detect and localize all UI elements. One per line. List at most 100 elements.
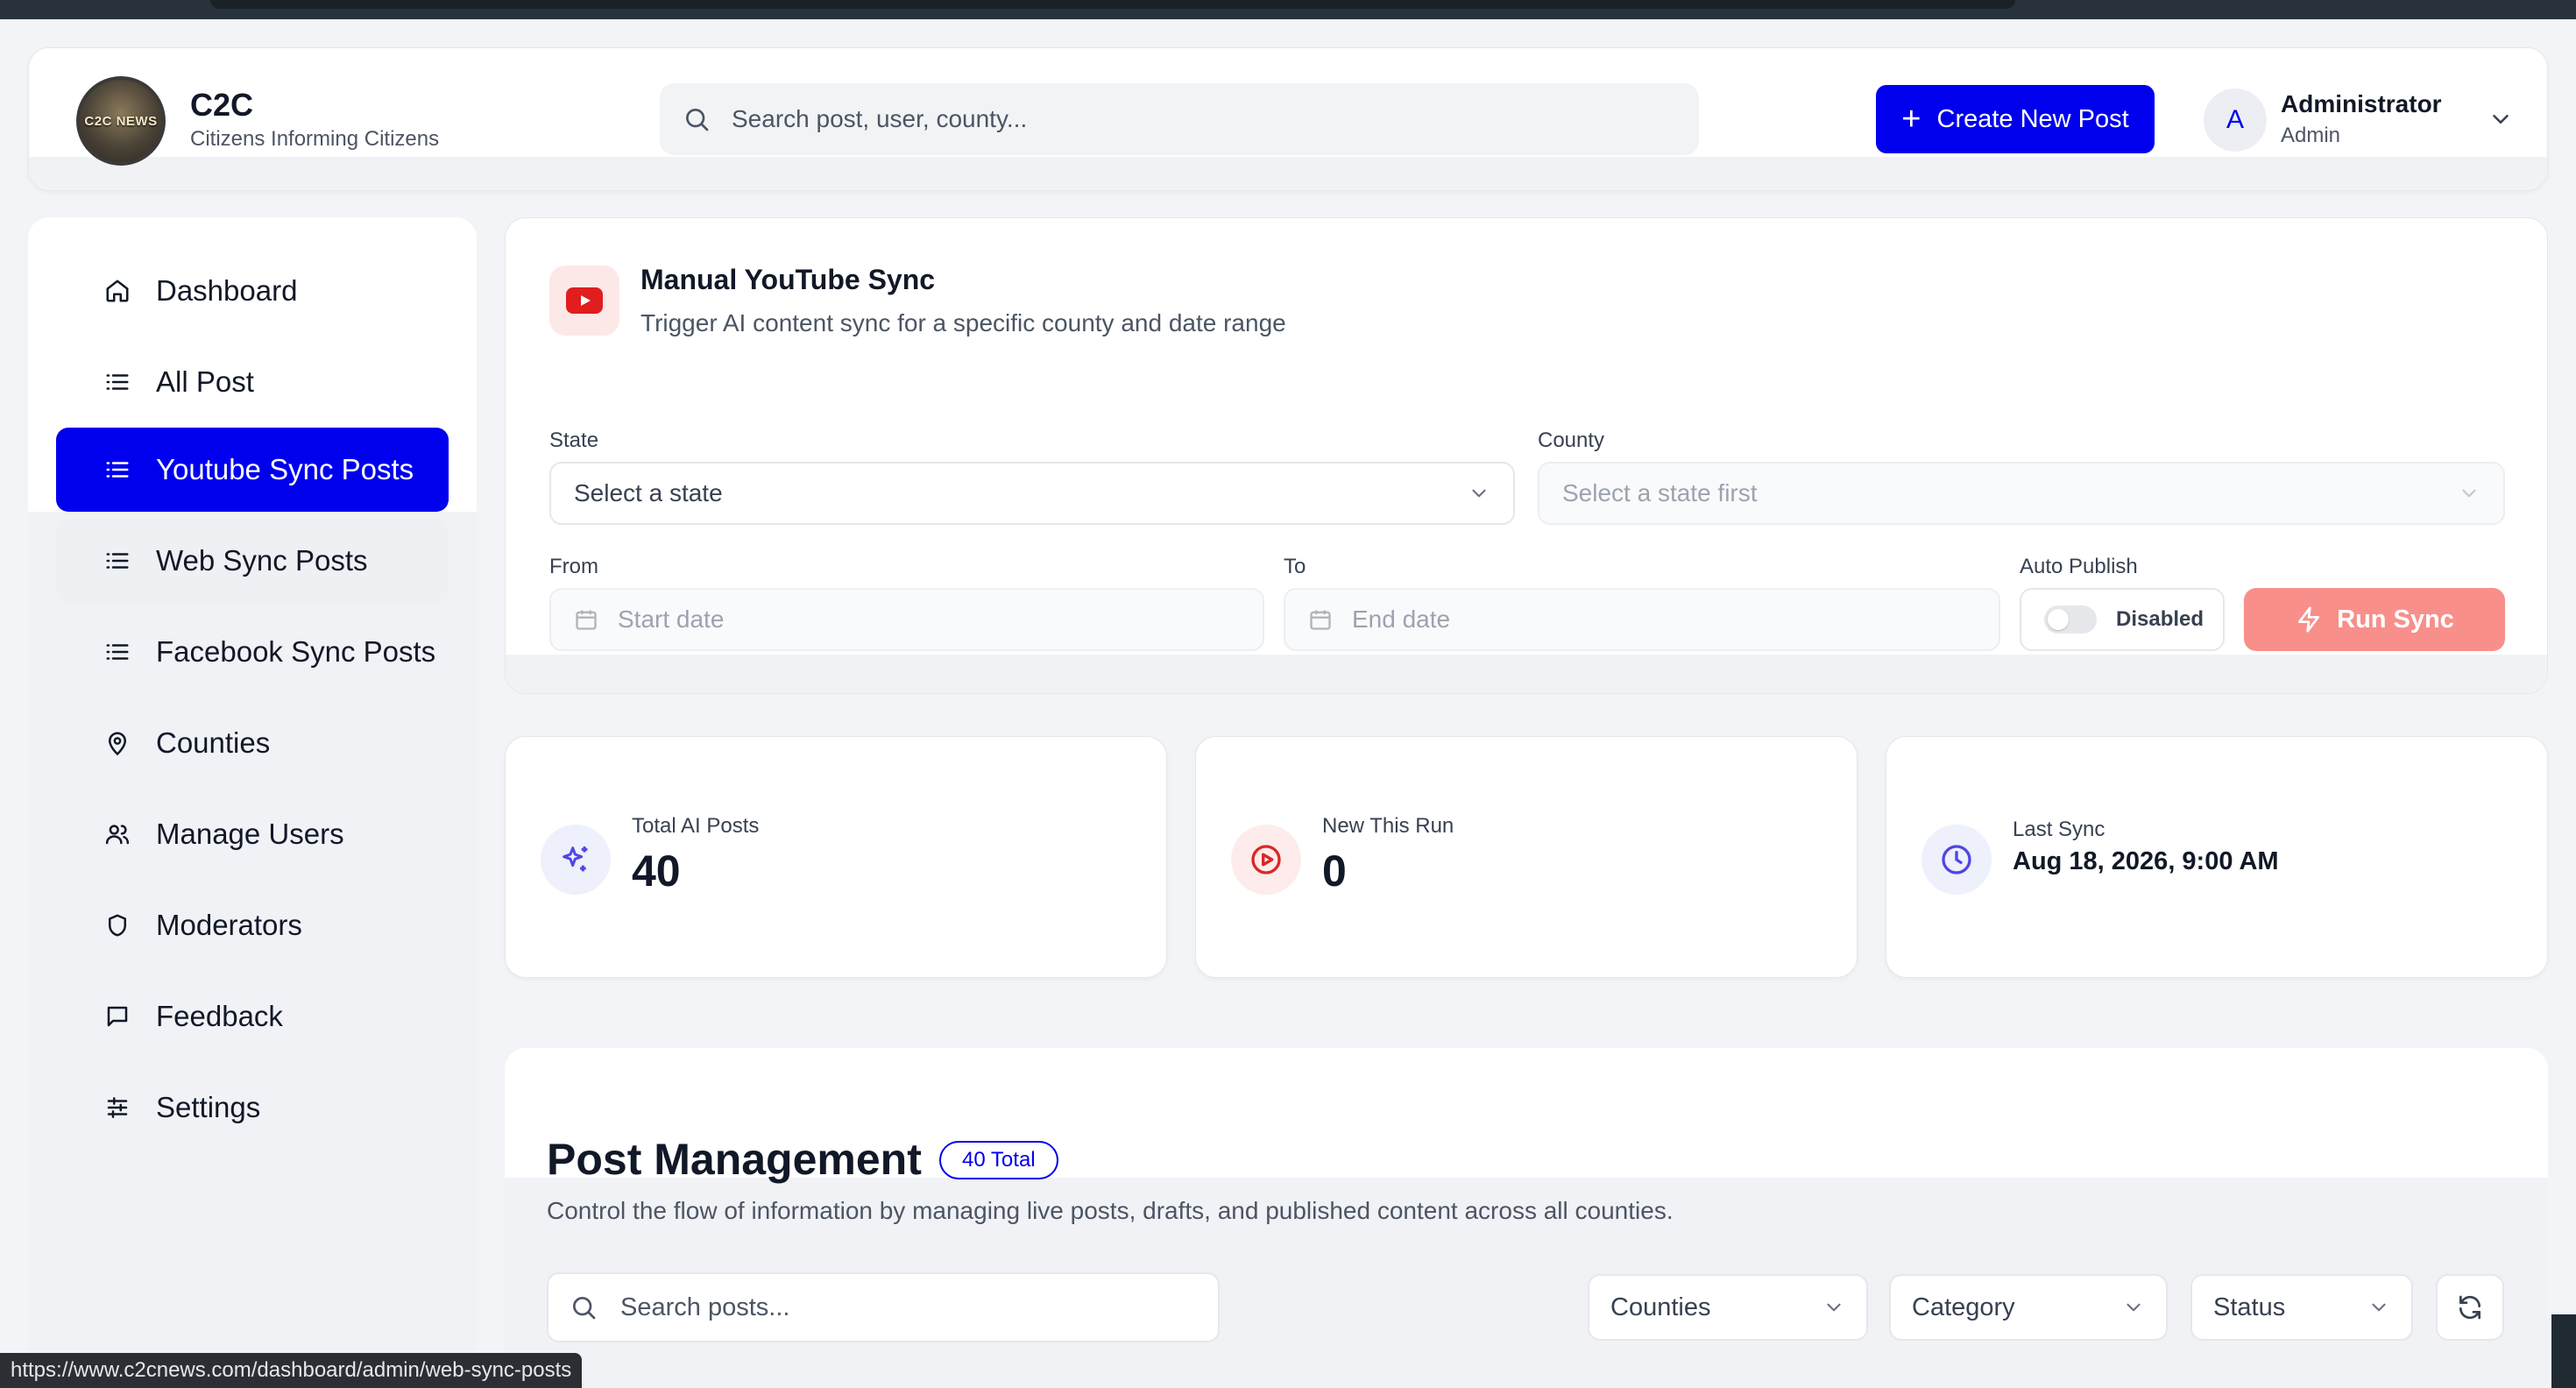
search-icon (573, 1297, 596, 1320)
browser-tab-bar (210, 0, 2015, 9)
user-avatar[interactable]: A (2204, 89, 2267, 152)
category-filter-value: Category (1912, 1292, 2015, 1321)
start-date-input[interactable]: Start date (549, 588, 1264, 651)
global-search-input[interactable]: Search post, user, county... (660, 83, 1699, 155)
stat-value: 40 (632, 846, 681, 896)
post-search-input[interactable]: Search posts... (547, 1272, 1220, 1342)
stat-value: Aug 18, 2026, 9:00 AM (2013, 847, 2279, 875)
sidebar-item-feedback[interactable]: Feedback (56, 974, 449, 1059)
county-label: County (1538, 428, 1605, 452)
post-management-title: Post Management (547, 1135, 922, 1184)
start-date-placeholder: Start date (618, 605, 725, 633)
auto-publish-label: Auto Publish (2020, 555, 2138, 578)
sidebar-item-manage-users[interactable]: Manage Users (56, 792, 449, 876)
list-icon (103, 547, 131, 575)
sidebar-item-facebook-sync-posts[interactable]: Facebook Sync Posts (56, 610, 449, 694)
stat-card-total-ai-posts: Total AI Posts 40 (505, 736, 1167, 978)
sidebar-item-dashboard[interactable]: Dashboard (56, 249, 449, 333)
sidebar-item-settings[interactable]: Settings (56, 1066, 449, 1150)
manual-youtube-sync-card: Manual YouTube Sync Trigger AI content s… (505, 217, 2548, 694)
refresh-icon (2459, 1295, 2480, 1320)
chevron-down-icon[interactable] (2488, 106, 2514, 132)
stat-card-new-this-run: New This Run 0 (1195, 736, 1858, 978)
sync-card-lower-band (506, 655, 2547, 693)
post-search-placeholder: Search posts... (620, 1292, 790, 1321)
status-filter-value: Status (2213, 1292, 2286, 1321)
category-filter-select[interactable]: Category (1889, 1274, 2168, 1341)
create-new-post-button[interactable]: + Create New Post (1876, 85, 2155, 153)
stat-label: Total AI Posts (632, 814, 760, 838)
sync-title: Manual YouTube Sync (640, 264, 936, 295)
auto-publish-toggle[interactable]: Disabled (2020, 588, 2225, 651)
end-date-placeholder: End date (1352, 605, 1451, 633)
user-name[interactable]: Administrator (2281, 90, 2442, 118)
sidebar-item-label: Dashboard (156, 274, 298, 307)
sidebar-item-label: Settings (156, 1091, 261, 1123)
sidebar-item-youtube-sync-posts[interactable]: Youtube Sync Posts (56, 428, 449, 512)
sliders-icon (103, 1094, 131, 1122)
sidebar-item-label: Manage Users (156, 818, 344, 850)
state-select[interactable]: Select a state (549, 462, 1515, 525)
calendar-icon (1310, 610, 1331, 630)
refresh-button[interactable] (2436, 1274, 2504, 1341)
run-sync-button[interactable]: Run Sync (2244, 588, 2505, 651)
plus-icon: + (1901, 101, 1921, 138)
clock-icon (1921, 825, 1992, 895)
status-filter-select[interactable]: Status (2190, 1274, 2413, 1341)
create-new-post-label: Create New Post (1936, 104, 2129, 133)
browser-status-url: https://www.c2cnews.com/dashboard/admin/… (0, 1353, 583, 1388)
county-select-value: Select a state first (1562, 479, 1758, 506)
message-square-icon (103, 1002, 131, 1030)
sidebar-item-counties[interactable]: Counties (56, 701, 449, 785)
post-management-subtitle: Control the flow of information by manag… (547, 1197, 1674, 1224)
chevron-down-icon (2127, 1303, 2141, 1312)
state-select-value: Select a state (574, 479, 723, 506)
home-icon (103, 277, 131, 305)
play-circle-icon (1231, 825, 1301, 895)
to-label: To (1284, 555, 1306, 578)
user-role: Admin (2281, 124, 2341, 147)
chevron-down-icon (1827, 1303, 1841, 1312)
stat-label: Last Sync (2013, 818, 2105, 841)
sidebar-item-label: Facebook Sync Posts (156, 635, 436, 668)
counties-filter-value: Counties (1610, 1292, 1711, 1321)
end-date-input[interactable]: End date (1284, 588, 2000, 651)
search-icon (686, 108, 709, 131)
stat-card-last-sync: Last Sync Aug 18, 2026, 9:00 AM (1886, 736, 2548, 978)
sidebar-item-label: Moderators (156, 909, 302, 941)
global-search-placeholder: Search post, user, county... (732, 105, 1028, 132)
list-icon (103, 368, 131, 396)
chevron-down-icon (2372, 1303, 2386, 1312)
stat-label: New This Run (1322, 814, 1454, 838)
brand-logo[interactable]: C2C NEWS (76, 76, 166, 166)
sidebar-item-all-post[interactable]: All Post (56, 340, 449, 424)
from-label: From (549, 555, 598, 578)
counties-filter-select[interactable]: Counties (1588, 1274, 1868, 1341)
county-select[interactable]: Select a state first (1538, 462, 2505, 525)
sidebar-item-label: Youtube Sync Posts (156, 453, 414, 485)
stat-value: 0 (1322, 846, 1347, 896)
users-icon (103, 820, 131, 848)
window-edge (2551, 1314, 2576, 1388)
brand-subtitle: Citizens Informing Citizens (190, 127, 440, 151)
list-icon (103, 456, 131, 484)
sidebar-item-web-sync-posts[interactable]: Web Sync Posts (56, 519, 449, 603)
sync-subtitle: Trigger AI content sync for a specific c… (640, 309, 1286, 336)
chevron-down-icon (2462, 489, 2476, 498)
zap-icon (2298, 606, 2320, 633)
browser-top-strip (0, 0, 2576, 19)
toggle-switch[interactable] (2044, 605, 2097, 634)
youtube-icon (549, 266, 619, 336)
sidebar-item-label: All Post (156, 365, 254, 398)
sidebar-item-label: Counties (156, 726, 271, 759)
sidebar-item-moderators[interactable]: Moderators (56, 883, 449, 967)
sidebar-item-label: Web Sync Posts (156, 544, 368, 577)
sidebar-item-label: Feedback (156, 1000, 283, 1032)
shield-icon (103, 911, 131, 939)
sidebar: Dashboard All Post Youtube Sync Posts We… (28, 217, 477, 1388)
auto-publish-state: Disabled (2116, 607, 2204, 631)
post-management-section: Post Management 40 Total Control the flo… (505, 1048, 2548, 1388)
header-lower-band (29, 157, 2547, 190)
post-count-badge: 40 Total (939, 1141, 1058, 1179)
map-pin-icon (103, 729, 131, 757)
